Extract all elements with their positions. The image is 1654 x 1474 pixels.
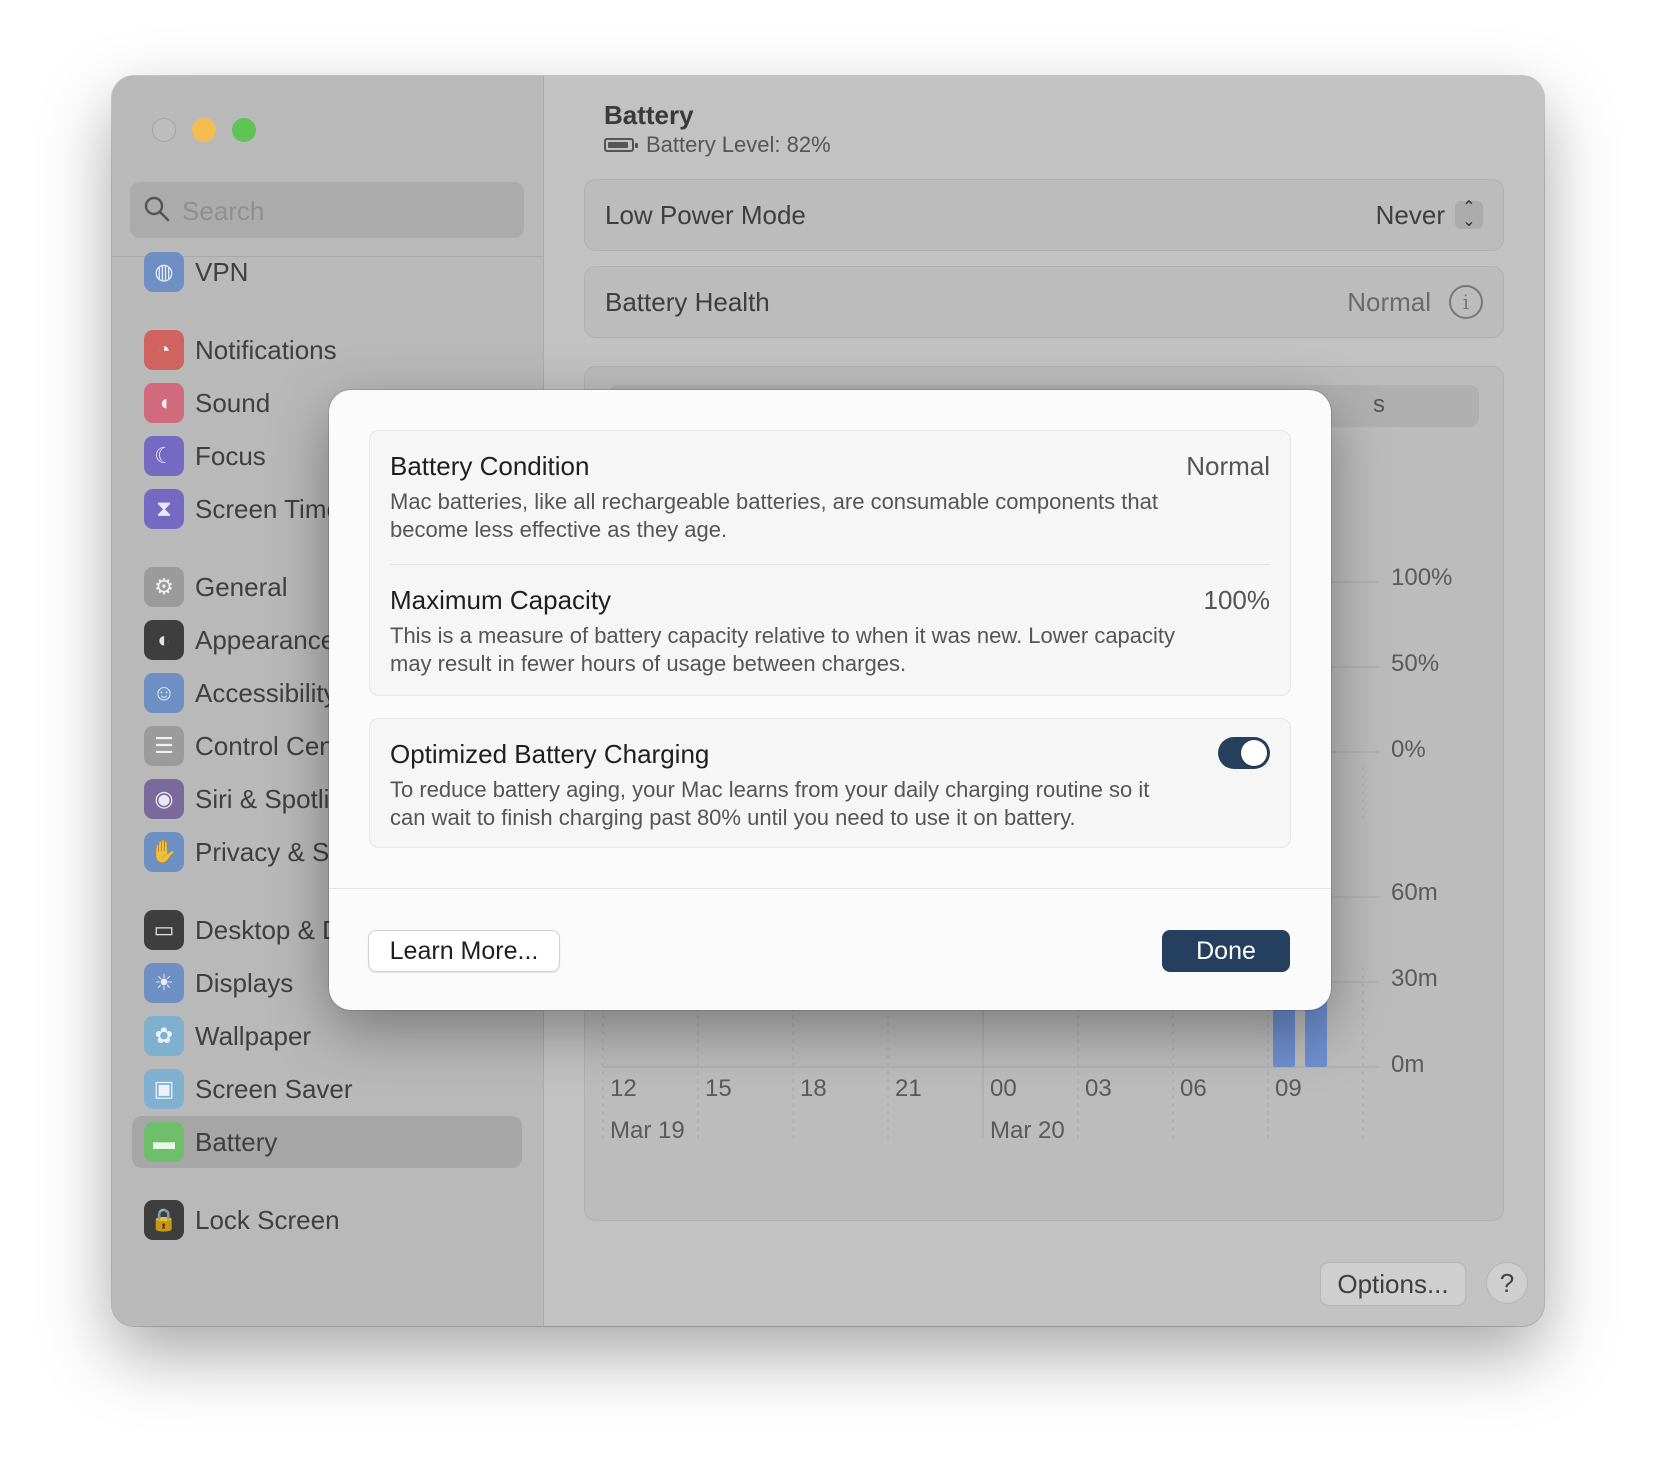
date-label-mar20: Mar 20 [990, 1117, 1065, 1144]
sidebar-item-label: Sound [195, 387, 271, 418]
x-label-15: 15 [705, 1075, 732, 1102]
dock-icon: ▭ [144, 910, 184, 950]
maximum-capacity-value: 100% [1203, 585, 1271, 615]
optimized-charging-desc: To reduce battery aging, your Mac learns… [390, 777, 1150, 830]
optimized-charging-item: Optimized Battery Charging To reduce bat… [390, 737, 1270, 832]
gear-icon: ⚙ [144, 567, 184, 607]
learn-more-button[interactable]: Learn More... [368, 930, 560, 972]
battery-level-text: Battery Level: 82% [646, 132, 831, 157]
minimize-window-button[interactable] [192, 118, 216, 142]
siri-icon: ◉ [144, 779, 184, 819]
search-placeholder: Search [182, 196, 265, 226]
dialog-divider [329, 888, 1331, 889]
sidebar-item-label: VPN [195, 256, 249, 287]
appearance-icon: ◐ [144, 620, 184, 660]
maximum-capacity-item: Maximum Capacity 100% This is a measure … [390, 585, 1270, 678]
sidebar-item-label: Lock Screen [195, 1204, 340, 1235]
x-label-03: 03 [1085, 1075, 1112, 1102]
speaker-icon: ◖ [144, 383, 184, 423]
info-icon[interactable]: i [1449, 285, 1483, 319]
sidebar-item-wallpaper[interactable]: ✿ Wallpaper [132, 1010, 522, 1062]
sidebar-item-label: General [195, 571, 288, 602]
low-power-mode-label: Low Power Mode [605, 199, 806, 230]
sun-icon: ☀ [144, 963, 184, 1003]
battery-icon: ▬ [144, 1122, 184, 1162]
sidebar-item-label: Screen Saver [195, 1073, 353, 1104]
top-tick-100: 100% [1391, 564, 1453, 591]
flower-icon: ✿ [144, 1016, 184, 1056]
low-power-mode-row: Low Power Mode Never ⌃ ⌄ [584, 179, 1504, 251]
page-title: Battery [604, 100, 694, 130]
battery-condition-title: Battery Condition [390, 451, 590, 481]
battery-level: Battery Level: 82% [604, 132, 831, 158]
low-power-mode-value[interactable]: Never [1376, 200, 1445, 231]
help-button[interactable]: ? [1486, 1262, 1528, 1304]
sidebar-item-label: Screen Time [195, 493, 341, 524]
date-label-mar19: Mar 19 [610, 1117, 685, 1144]
chevron-down-icon: ⌄ [1462, 213, 1476, 230]
sidebar-item-label: Wallpaper [195, 1020, 312, 1051]
hourglass-icon: ⧗ [144, 489, 184, 529]
optimized-charging-title: Optimized Battery Charging [390, 739, 710, 769]
battery-condition-item: Battery Condition Normal Mac batteries, … [390, 451, 1270, 544]
sidebar-item-notifications[interactable]: ◔ Notifications [132, 324, 522, 376]
sidebar-item-label: Appearance [195, 624, 336, 655]
x-label-00: 00 [990, 1075, 1017, 1102]
maximum-capacity-title: Maximum Capacity [390, 585, 612, 615]
accessibility-icon: ☺ [144, 673, 184, 713]
x-label-18: 18 [800, 1075, 827, 1102]
zoom-window-button[interactable] [232, 118, 256, 142]
moon-icon: ☾ [144, 436, 184, 476]
x-label-09: 09 [1275, 1075, 1302, 1102]
done-button[interactable]: Done [1162, 930, 1290, 972]
low-power-mode-stepper[interactable]: ⌃ ⌄ [1455, 199, 1483, 230]
battery-icon [604, 138, 638, 152]
x-label-06: 06 [1180, 1075, 1207, 1102]
x-label-21: 21 [895, 1075, 922, 1102]
optimized-charging-toggle[interactable] [1218, 737, 1270, 769]
maximum-capacity-desc: This is a measure of battery capacity re… [390, 623, 1176, 676]
sidebar-item-battery[interactable]: ▬ Battery [132, 1116, 522, 1168]
screensaver-icon: ▣ [144, 1069, 184, 1109]
top-tick-0: 0% [1391, 736, 1426, 763]
bottom-tick-0m: 0m [1391, 1051, 1425, 1078]
close-window-button[interactable] [152, 118, 176, 142]
sidebar-item-label: Battery [195, 1126, 278, 1157]
sidebar-item-label: Accessibility [195, 677, 337, 708]
sidebar-item-lock-screen[interactable]: 🔒 Lock Screen [132, 1194, 522, 1246]
globe-icon: ◍ [144, 252, 184, 292]
battery-condition-desc: Mac batteries, like all rechargeable bat… [390, 489, 1158, 542]
top-tick-50: 50% [1391, 650, 1440, 677]
battery-health-dialog: Battery Condition Normal Mac batteries, … [329, 390, 1331, 1010]
bell-icon: ◔ [144, 330, 184, 370]
battery-info-group: Battery Condition Normal Mac batteries, … [369, 430, 1291, 696]
battery-condition-value: Normal [1186, 451, 1270, 481]
sidebar-item-label: Displays [195, 967, 294, 998]
sidebar-item-vpn[interactable]: ◍ VPN [132, 246, 522, 298]
lock-icon: 🔒 [144, 1200, 184, 1240]
search-icon [144, 196, 170, 222]
x-label-12: 12 [610, 1075, 637, 1102]
hand-icon: ✋ [144, 832, 184, 872]
options-button[interactable]: Options... [1320, 1262, 1466, 1306]
battery-health-label: Battery Health [605, 286, 770, 317]
sidebar-item-screen-saver[interactable]: ▣ Screen Saver [132, 1063, 522, 1115]
toggle-knob [1241, 740, 1267, 766]
battery-health-value: Normal [1347, 286, 1431, 317]
bottom-tick-60m: 60m [1391, 879, 1438, 906]
toggles-icon: ☰ [144, 726, 184, 766]
bottom-tick-30m: 30m [1391, 965, 1438, 992]
optimized-charging-group: Optimized Battery Charging To reduce bat… [369, 718, 1291, 848]
sidebar-item-label: Notifications [195, 334, 337, 365]
group-divider [390, 564, 1270, 565]
search-input[interactable]: Search [130, 182, 524, 238]
sidebar-item-label: Focus [195, 440, 266, 471]
battery-health-row: Battery Health Normal i [584, 266, 1504, 338]
